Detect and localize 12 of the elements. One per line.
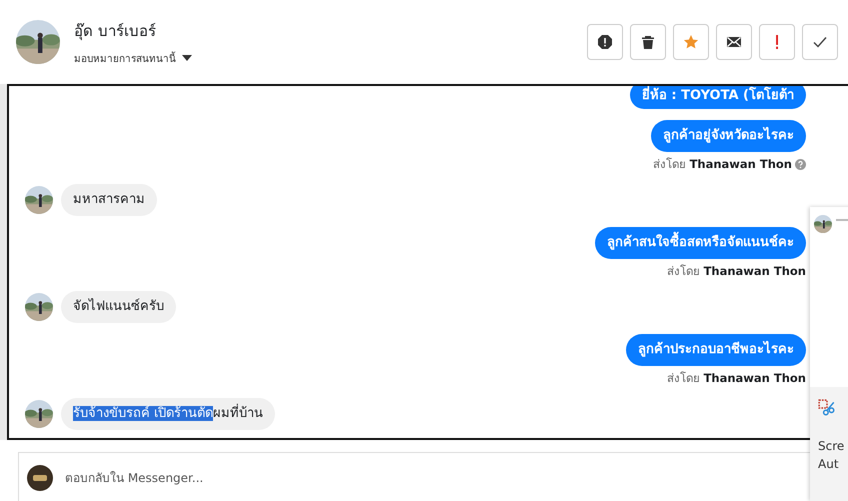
message-bubble: มหาสารคาม bbox=[61, 184, 157, 216]
message-bubble: ลูกค้าสนใจซื้อสดหรือจัดแนนช์คะ bbox=[595, 227, 806, 259]
message-bubble: รับจ้างขับรถค์ เปิดร้านตัดผมที่บ้าน bbox=[61, 398, 276, 430]
message-bubble: ลูกค้าประกอบอาชีพอะไรคะ bbox=[626, 334, 806, 366]
sender-label: ส่งโดย Thanawan Thon bbox=[666, 263, 806, 280]
message-bubble: จัดไฟแนนซ์ครับ bbox=[61, 291, 176, 323]
notification-text: Scre bbox=[818, 438, 846, 455]
sender-label: ส่งโดย Thanawan Thon bbox=[652, 156, 792, 173]
message-bubble: ลูกค้าอยู่จังหวัดอะไรคะ bbox=[651, 120, 806, 152]
sender-label: ส่งโดย Thanawan Thon bbox=[666, 370, 806, 387]
notification-text: Aut bbox=[818, 456, 840, 473]
contact-name: อุ๊ด บาร์เบอร์ bbox=[74, 20, 157, 42]
